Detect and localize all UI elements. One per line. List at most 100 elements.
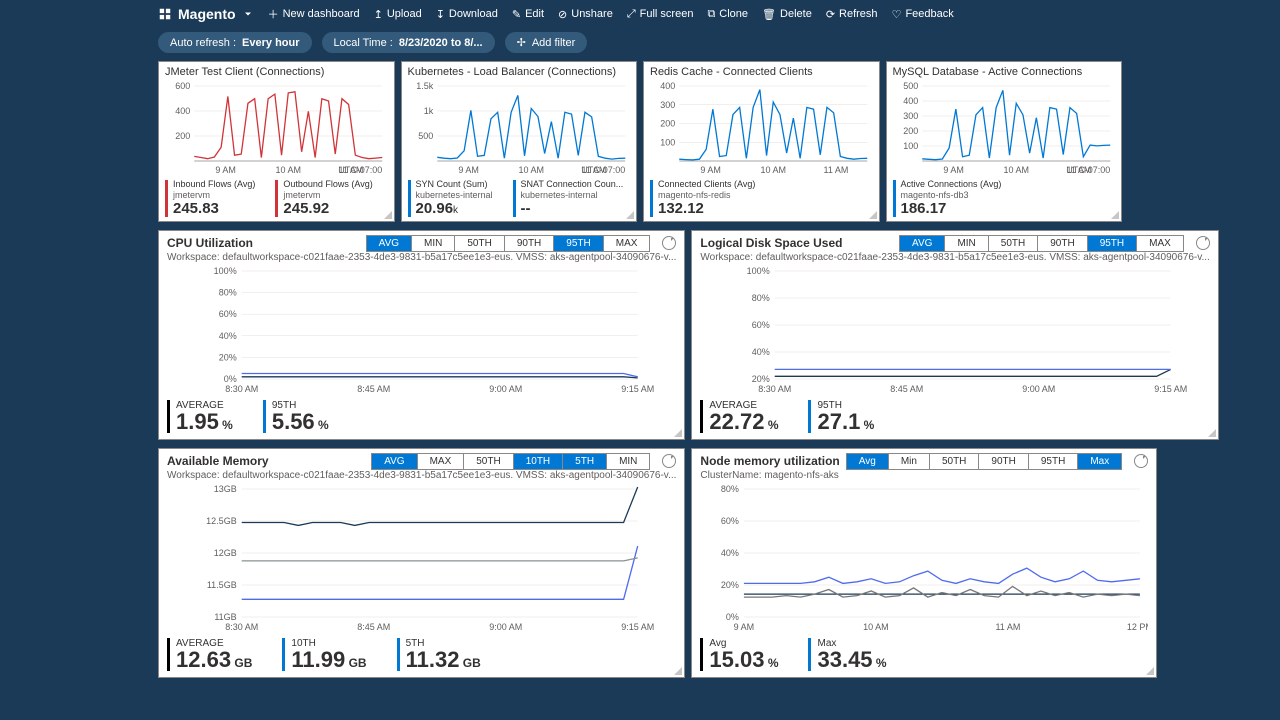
tile-title: JMeter Test Client (Connections) [165,66,388,78]
seg-max[interactable]: Max [1078,454,1121,469]
svg-text:500: 500 [903,81,918,91]
toolbar-upload[interactable]: ↥Upload [374,6,422,22]
svg-text:9 AM: 9 AM [734,622,755,631]
resize-handle[interactable] [674,667,682,675]
svg-text:100: 100 [903,141,918,151]
resize-handle[interactable] [1146,667,1154,675]
seg-avg[interactable]: AVG [372,454,417,469]
refresh-icon[interactable] [662,236,676,250]
big-tile-title: Logical Disk Space Used [700,236,842,250]
svg-text:9:15 AM: 9:15 AM [621,384,654,393]
toolbar-icon: ♡ [892,8,902,21]
svg-text:8:45 AM: 8:45 AM [357,384,390,393]
seg-min[interactable]: Min [889,454,930,469]
toolbar-download[interactable]: ↧Download [436,6,498,22]
toolbar-icon: 🗑 [762,8,776,21]
resize-handle[interactable] [1111,211,1119,219]
seg-max[interactable]: MAX [604,236,650,251]
toolbar-new-dashboard[interactable]: ＋New dashboard [268,6,360,22]
svg-text:9:00 AM: 9:00 AM [489,622,522,631]
seg-90th[interactable]: 90TH [505,236,554,251]
big-metric: Max 33.45 % [808,638,886,671]
svg-text:11 AM: 11 AM [823,165,848,175]
toolbar-icon: ↧ [436,8,445,21]
seg-90th[interactable]: 90TH [1038,236,1087,251]
seg-95th[interactable]: 95TH [554,236,603,251]
seg-10th[interactable]: 10TH [514,454,563,469]
aggregation-segments: AVGMAX50TH10TH5THMIN [371,453,650,470]
seg-50th[interactable]: 50TH [464,454,513,469]
add-filter-button[interactable]: ✢ Add filter [505,32,588,53]
big-chart-tile[interactable]: Logical Disk Space Used AVGMIN50TH90TH95… [691,230,1218,440]
chart-tile[interactable]: JMeter Test Client (Connections) 2004006… [158,61,395,222]
seg-50th[interactable]: 50TH [455,236,504,251]
seg-5th[interactable]: 5TH [563,454,607,469]
toolbar-icon: ＋ [268,6,279,22]
svg-text:UTC-07:00: UTC-07:00 [338,165,382,175]
seg-50th[interactable]: 50TH [989,236,1038,251]
big-chart-tile[interactable]: Node memory utilization AvgMin50TH90TH95… [691,448,1157,678]
chart-tile[interactable]: MySQL Database - Active Connections 1002… [886,61,1123,222]
filter-bar: Auto refresh : Every hour Local Time : 8… [0,28,1280,61]
svg-text:100: 100 [660,137,675,147]
big-tile-title: Node memory utilization [700,454,839,468]
svg-text:0%: 0% [224,374,237,384]
big-metric: 95TH 5.56 % [263,400,329,433]
resize-handle[interactable] [384,211,392,219]
big-tile-title: CPU Utilization [167,236,253,250]
big-metric: 5TH 11.32 GB [397,638,481,671]
toolbar-delete[interactable]: 🗑Delete [762,6,812,22]
svg-text:11 AM: 11 AM [996,622,1021,631]
seg-90th[interactable]: 90TH [979,454,1028,469]
refresh-icon[interactable] [1134,454,1148,468]
chart-tile[interactable]: Kubernetes - Load Balancer (Connections)… [401,61,638,222]
svg-text:300: 300 [660,100,675,110]
big-chart-tile[interactable]: CPU Utilization AVGMIN50TH90TH95THMAX Wo… [158,230,685,440]
svg-text:200: 200 [175,131,190,141]
svg-text:10 AM: 10 AM [760,165,786,175]
seg-max[interactable]: MAX [418,454,465,469]
seg-95th[interactable]: 95TH [1088,236,1137,251]
svg-text:40%: 40% [752,347,770,357]
toolbar-icon: ↥ [374,8,383,21]
seg-min[interactable]: MIN [412,236,455,251]
seg-avg[interactable]: AVG [900,236,945,251]
svg-text:10 AM: 10 AM [864,622,890,631]
seg-avg[interactable]: AVG [367,236,412,251]
toolbar-full-screen[interactable]: ⤢Full screen [627,6,694,22]
auto-refresh-pill[interactable]: Auto refresh : Every hour [158,32,312,53]
toolbar-refresh[interactable]: ⟳Refresh [826,6,878,22]
svg-text:8:45 AM: 8:45 AM [891,384,924,393]
dashboard-title[interactable]: Magento [158,6,254,22]
toolbar-clone[interactable]: ⧉Clone [707,6,748,22]
seg-min[interactable]: MIN [945,236,988,251]
toolbar-unshare[interactable]: ⊘Unshare [558,6,613,22]
resize-handle[interactable] [674,429,682,437]
seg-avg[interactable]: Avg [847,454,889,469]
toolbar-icon: ⊘ [558,8,567,21]
time-range-pill[interactable]: Local Time : 8/23/2020 to 8/... [322,32,495,53]
refresh-icon[interactable] [662,454,676,468]
chart-tile[interactable]: Redis Cache - Connected Clients 10020030… [643,61,880,222]
metric-block: Inbound Flows (Avg) jmetervm 245.83 [165,180,255,217]
toolbar-feedback[interactable]: ♡Feedback [892,6,954,22]
resize-handle[interactable] [869,211,877,219]
svg-text:8:45 AM: 8:45 AM [357,622,390,631]
chevron-down-icon [242,8,254,20]
svg-text:200: 200 [660,119,675,129]
toolbar-icon: ⟳ [826,8,835,21]
svg-text:13GB: 13GB [214,484,237,494]
svg-text:9:15 AM: 9:15 AM [621,622,654,631]
resize-handle[interactable] [626,211,634,219]
resize-handle[interactable] [1208,429,1216,437]
refresh-icon[interactable] [1196,236,1210,250]
seg-max[interactable]: MAX [1137,236,1183,251]
big-chart-tile[interactable]: Available Memory AVGMAX50TH10TH5THMIN Wo… [158,448,685,678]
seg-min[interactable]: MIN [607,454,649,469]
svg-text:500: 500 [418,131,433,141]
seg-50th[interactable]: 50TH [930,454,979,469]
svg-text:9:00 AM: 9:00 AM [489,384,522,393]
svg-text:20%: 20% [219,352,237,362]
toolbar-edit[interactable]: ✎Edit [512,6,544,22]
seg-95th[interactable]: 95TH [1029,454,1078,469]
